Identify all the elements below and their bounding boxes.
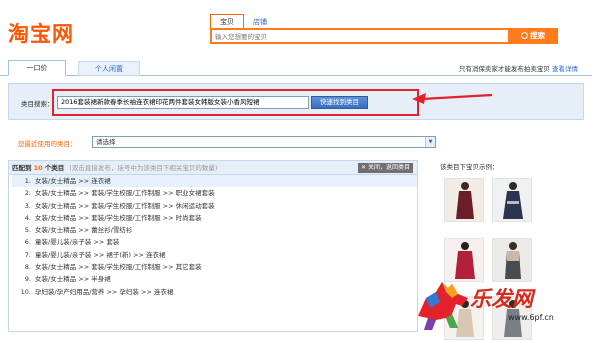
result-number: 3.	[24, 201, 31, 210]
result-path: 女装/女士精品 >> 连衣裙	[35, 177, 111, 185]
result-item[interactable]: 9. 女装/女士精品 >> 半身裙	[12, 273, 417, 285]
search-tab-items[interactable]: 宝贝	[210, 14, 244, 29]
watermark-url: www.6pf.cn	[508, 313, 554, 322]
watermark-brand: 乐发网	[470, 286, 533, 311]
recent-categories-select[interactable]: 请选择 ▼	[92, 136, 436, 148]
auction-note: 只有消保卖家才能发布拍卖宝贝 查看详情	[459, 63, 578, 73]
chevron-down-icon[interactable]: ▼	[425, 137, 435, 147]
result-number: 5.	[24, 226, 31, 235]
search-button-label: 搜索	[530, 31, 545, 40]
result-path: 女装/女士精品 >> 套装/学生校服/工作制服 >> 职业女裙套装	[35, 189, 215, 198]
tab-personal-idle[interactable]: 个人闲置	[78, 61, 140, 76]
view-details-link[interactable]: 查看详情	[552, 65, 578, 73]
category-search-panel: 类目搜索： 2016套装裙新款春季长袖连衣裙印花两件套装女韩版女装小香风短裙 快…	[8, 83, 584, 120]
result-item[interactable]: 2. 女装/女士精品 >> 套装/学生校服/工作制服 >> 职业女裙套装	[12, 187, 417, 199]
results-hint: (双击直接发布，括号中为该类目下相关宝贝的数量)	[69, 164, 218, 172]
find-category-button[interactable]: 快速找到类目	[311, 96, 368, 109]
example-thumb[interactable]	[492, 178, 532, 222]
search-input[interactable]	[215, 31, 503, 42]
result-path: 童装/婴儿装/亲子装 >> 套装	[35, 238, 120, 247]
result-path: 女装/女士精品 >> 半身裙	[35, 275, 111, 284]
category-search-label: 类目搜索：	[21, 100, 54, 108]
recent-select-value: 请选择	[96, 138, 116, 146]
result-item[interactable]: 6. 童装/婴儿装/亲子装 >> 套装	[12, 236, 417, 248]
result-item[interactable]: 4. 女装/女士精品 >> 套装/学生校服/工作制服 >> 时尚套装	[12, 212, 417, 224]
result-item[interactable]: 5. 女装/女士精品 >> 蕾丝衫/雪纺衫	[12, 224, 417, 236]
search-box: 搜索	[210, 28, 558, 44]
results-list: 1. 女装/女士精品 >> 连衣裙 2. 女装/女士精品 >> 套装/学生校服/工作…	[9, 175, 417, 298]
result-number: 9.	[24, 275, 31, 284]
category-search-input[interactable]: 2016套装裙新款春季长袖连衣裙印花两件套装女韩版女装小香风短裙	[57, 96, 309, 109]
result-path: 女装/女士精品 >> 套装/学生校服/工作制服 >> 时尚套装	[35, 213, 202, 222]
category-examples: 该类目下宝贝示例：	[440, 160, 584, 340]
search-tabs: 宝贝 店铺	[210, 14, 276, 29]
result-number: 8.	[24, 263, 31, 272]
result-number: 10.	[20, 287, 31, 296]
result-item[interactable]: 3. 女装/女士精品 >> 套装/学生校服/工作制服 >> 休闲运动套装	[12, 200, 417, 212]
recent-categories: 您最近使用的类目： 请选择 ▼	[8, 136, 584, 149]
result-item[interactable]: 7. 童装/婴儿装/亲子装 >> 裙子(新) >> 连衣裙	[12, 249, 417, 261]
result-item[interactable]: 1. 女装/女士精品 >> 连衣裙	[12, 175, 417, 188]
example-thumb[interactable]	[444, 178, 484, 222]
close-results-label: 关闭，返回类目	[367, 164, 410, 171]
result-path: 孕妇装/孕产妇用品/营养 >> 孕妇装 >> 连衣裙	[35, 287, 174, 296]
horse-logo-icon	[418, 282, 468, 330]
result-item[interactable]: 8. 女装/女士精品 >> 套装/学生校服/工作制服 >> 其它套装	[12, 261, 417, 273]
recent-categories-label: 您最近使用的类目：	[18, 140, 77, 148]
publish-tabs-bar: 一口价 个人闲置 只有消保卖家才能发布拍卖宝贝 查看详情	[0, 60, 592, 76]
examples-title: 该类目下宝贝示例：	[440, 163, 499, 171]
result-number: 7.	[24, 250, 31, 259]
magnifier-icon	[521, 32, 528, 39]
tab-fixed-price[interactable]: 一口价	[8, 60, 66, 76]
result-number: 6.	[24, 238, 31, 247]
results-count: 10	[33, 164, 43, 172]
result-path: 童装/婴儿装/亲子装 >> 裙子(新) >> 连衣裙	[35, 250, 166, 259]
result-path: 女装/女士精品 >> 蕾丝衫/雪纺衫	[35, 226, 133, 235]
results-count-prefix: 匹配到	[12, 164, 32, 172]
auction-note-text: 只有消保卖家才能发布拍卖宝贝	[458, 65, 550, 73]
result-number: 4.	[24, 213, 31, 222]
result-path: 女装/女士精品 >> 套装/学生校服/工作制服 >> 其它套装	[35, 263, 202, 272]
category-results: 匹配到 10 个类目 (双击直接发布，括号中为该类目下相关宝贝的数量) ✕ 关闭…	[8, 160, 418, 332]
red-arrow-icon	[412, 93, 493, 104]
close-results-button[interactable]: ✕ 关闭，返回类目	[358, 163, 413, 173]
results-header: 匹配到 10 个类目 (双击直接发布，括号中为该类目下相关宝贝的数量) ✕ 关闭…	[9, 161, 417, 175]
taobao-logo[interactable]: 淘宝网	[8, 18, 74, 48]
result-item[interactable]: 10. 孕妇装/孕产妇用品/营养 >> 孕妇装 >> 连衣裙	[12, 286, 417, 298]
result-path: 女装/女士精品 >> 套装/学生校服/工作制服 >> 休闲运动套装	[35, 201, 215, 210]
example-thumb[interactable]	[492, 238, 532, 282]
result-number: 2.	[24, 189, 31, 198]
results-count-suffix: 个类目	[44, 164, 65, 172]
search-button[interactable]: 搜索	[508, 28, 558, 44]
x-icon: ✕	[361, 164, 367, 171]
search-tab-shops[interactable]: 店铺	[244, 15, 276, 29]
highlight-box: 类目搜索： 2016套装裙新款春季长袖连衣裙印花两件套装女韩版女装小香风短裙 快…	[21, 89, 419, 116]
result-number: 1.	[24, 177, 31, 185]
